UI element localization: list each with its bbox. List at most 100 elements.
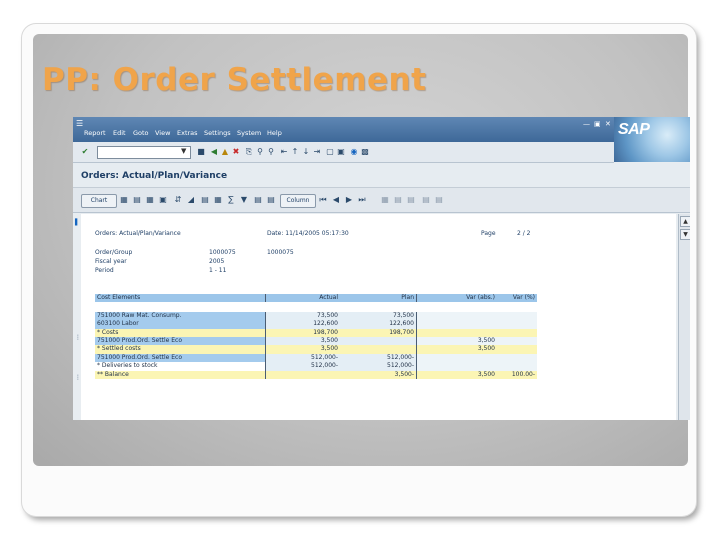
table-row[interactable]: 751000 Prod.Ord. Settle Eco 512,000- 512,0…	[95, 353, 537, 363]
table-cell-actual: 73,500	[265, 311, 340, 321]
command-field[interactable]	[97, 146, 191, 159]
subtotal-icon[interactable]: ▼	[240, 194, 248, 205]
mail-icon[interactable]: ▤	[435, 194, 443, 205]
next-column-icon[interactable]: ▶	[345, 194, 353, 205]
grid-icon[interactable]: ▦	[146, 194, 154, 205]
table-row[interactable]: * Settled costs 3,500 3,500	[95, 345, 537, 354]
table-cell-var	[416, 362, 497, 371]
table-cell-pct: 100.00-	[497, 370, 537, 380]
table-row[interactable]: * Deliveries to stock 512,000- 512,000-	[95, 362, 537, 371]
exit-icon[interactable]: ▲	[221, 146, 229, 157]
field-value: 2005	[209, 258, 225, 265]
table-cell-name: * Deliveries to stock	[95, 362, 266, 371]
help-icon[interactable]: ◉	[350, 146, 358, 157]
scroll-down-icon[interactable]: ▼	[680, 229, 690, 240]
save-icon[interactable]: ■	[197, 146, 205, 157]
command-dropdown-icon[interactable]: ▼	[181, 147, 186, 155]
export-icon[interactable]: ▤	[201, 194, 209, 205]
column-header[interactable]: Cost Elements	[95, 294, 266, 304]
table-cell-var: 3,500	[416, 337, 497, 346]
table-cell-name: * Costs	[95, 328, 266, 338]
select-layout-icon[interactable]: ▤	[407, 194, 415, 205]
deselect-icon[interactable]: ▤	[133, 194, 141, 205]
table-row[interactable]: 751000 Raw Mat. Consump. 73,500 73,500	[95, 311, 537, 321]
menu-system[interactable]: System	[237, 129, 261, 137]
table-cell-plan: 73,500	[340, 311, 417, 321]
menu-report[interactable]: Report	[84, 129, 106, 137]
layout-menu-icon[interactable]: ▩	[361, 146, 369, 157]
previous-column-icon[interactable]: ◀	[332, 194, 340, 205]
enter-icon[interactable]: ✔	[81, 146, 89, 157]
new-session-icon[interactable]: ▢	[326, 146, 334, 157]
cancel-icon[interactable]: ✖	[232, 146, 240, 157]
table-cell-pct	[497, 337, 537, 346]
vertical-scrollbar[interactable]: ▲ ▼	[678, 214, 690, 420]
close-icon[interactable]: ✕	[605, 120, 611, 128]
previous-page-icon[interactable]: ↑	[291, 146, 299, 157]
select-all-icon[interactable]: ▦	[120, 194, 128, 205]
column-header[interactable]: Actual	[265, 294, 340, 304]
details-icon[interactable]: ▣	[159, 194, 167, 205]
next-page-icon[interactable]: ↓	[302, 146, 310, 157]
row-marker-icon: ▌	[75, 219, 80, 226]
table-row[interactable]: ** Balance 3,500- 3,500 100.00-	[95, 370, 537, 380]
report-area: Orders: Actual/Plan/Variance Date: 11/14…	[81, 214, 676, 420]
field-value: 1000075	[209, 249, 236, 256]
menu-settings[interactable]: Settings	[204, 129, 231, 137]
page-number: 2 / 2	[517, 230, 531, 237]
sort-icon[interactable]: ⇵	[174, 194, 182, 205]
last-page-icon[interactable]: ⇥	[313, 146, 321, 157]
find-icon[interactable]: ⚲	[256, 146, 264, 157]
application-toolbar: Chart ▦ ▤ ▦ ▣ ⇵ ◢ ▤ ▦ ∑ ▼ ▤ ▤ Column ⏮ ◀…	[73, 188, 690, 213]
chart-button-label: Chart	[90, 197, 108, 204]
chart-button[interactable]: Chart	[81, 194, 117, 208]
window-menu-icon[interactable]: ☰	[76, 119, 83, 128]
column-button[interactable]: Column	[280, 194, 316, 208]
table-cell-var: 3,500	[416, 370, 497, 380]
last-column-icon[interactable]: ⏭	[358, 194, 366, 205]
graphic-icon[interactable]: ▤	[422, 194, 430, 205]
column-header[interactable]: Var (%)	[497, 294, 537, 304]
menu-extras[interactable]: Extras	[177, 129, 198, 137]
table-cell-pct	[497, 328, 537, 338]
first-page-icon[interactable]: ⇤	[280, 146, 288, 157]
back-icon[interactable]: ◀	[210, 146, 218, 157]
report-date: Date: 11/14/2005 05:17:30	[267, 230, 349, 237]
menu-view[interactable]: View	[155, 129, 170, 137]
table-cell-plan: 122,600	[340, 320, 417, 329]
change-layout-icon[interactable]: ▦	[381, 194, 389, 205]
menu-edit[interactable]: Edit	[113, 129, 126, 137]
menu-goto[interactable]: Goto	[133, 129, 149, 137]
print-icon[interactable]: ⎘	[245, 146, 253, 157]
slide-title: PP: Order Settlement	[42, 62, 427, 98]
menu-help[interactable]: Help	[267, 129, 282, 137]
expand-icon[interactable]: ▤	[254, 194, 262, 205]
table-row[interactable]: 603100 Labor 122,600 122,600	[95, 320, 537, 329]
table-cell-var	[416, 328, 497, 338]
table-cell-plan	[340, 345, 417, 354]
minimize-icon[interactable]: —	[583, 120, 590, 128]
save-layout-icon[interactable]: ▤	[394, 194, 402, 205]
column-header[interactable]: Var (abs.)	[416, 294, 497, 304]
field-label: Order/Group	[95, 249, 133, 256]
table-cell-name: 751000 Prod.Ord. Settle Eco	[95, 353, 266, 363]
sum-icon[interactable]: ∑	[227, 194, 235, 205]
table-cell-actual: 122,600	[265, 320, 340, 329]
column-header[interactable]: Plan	[340, 294, 417, 304]
restore-icon[interactable]: ▣	[594, 120, 601, 128]
field-label: Period	[95, 267, 114, 274]
shortcut-icon[interactable]: ▣	[337, 146, 345, 157]
table-row[interactable]: * Costs 198,700 198,700	[95, 328, 537, 338]
first-column-icon[interactable]: ⏮	[319, 194, 327, 205]
title-bar: Orders: Actual/Plan/Variance	[73, 163, 690, 188]
table-cell-name: ** Balance	[95, 370, 266, 380]
find-next-icon[interactable]: ⚲	[267, 146, 275, 157]
sap-logo-text: SAP	[618, 121, 650, 138]
table-row[interactable]: 751000 Prod.Ord. Settle Eco 3,500 3,500	[95, 337, 537, 346]
table-cell-pct	[497, 362, 537, 371]
left-marker-bar: ▌ ⋮ ⋮	[73, 214, 81, 420]
collapse-icon[interactable]: ▤	[267, 194, 275, 205]
filter-icon[interactable]: ◢	[187, 194, 195, 205]
layout-icon[interactable]: ▦	[214, 194, 222, 205]
scroll-up-icon[interactable]: ▲	[680, 216, 690, 227]
